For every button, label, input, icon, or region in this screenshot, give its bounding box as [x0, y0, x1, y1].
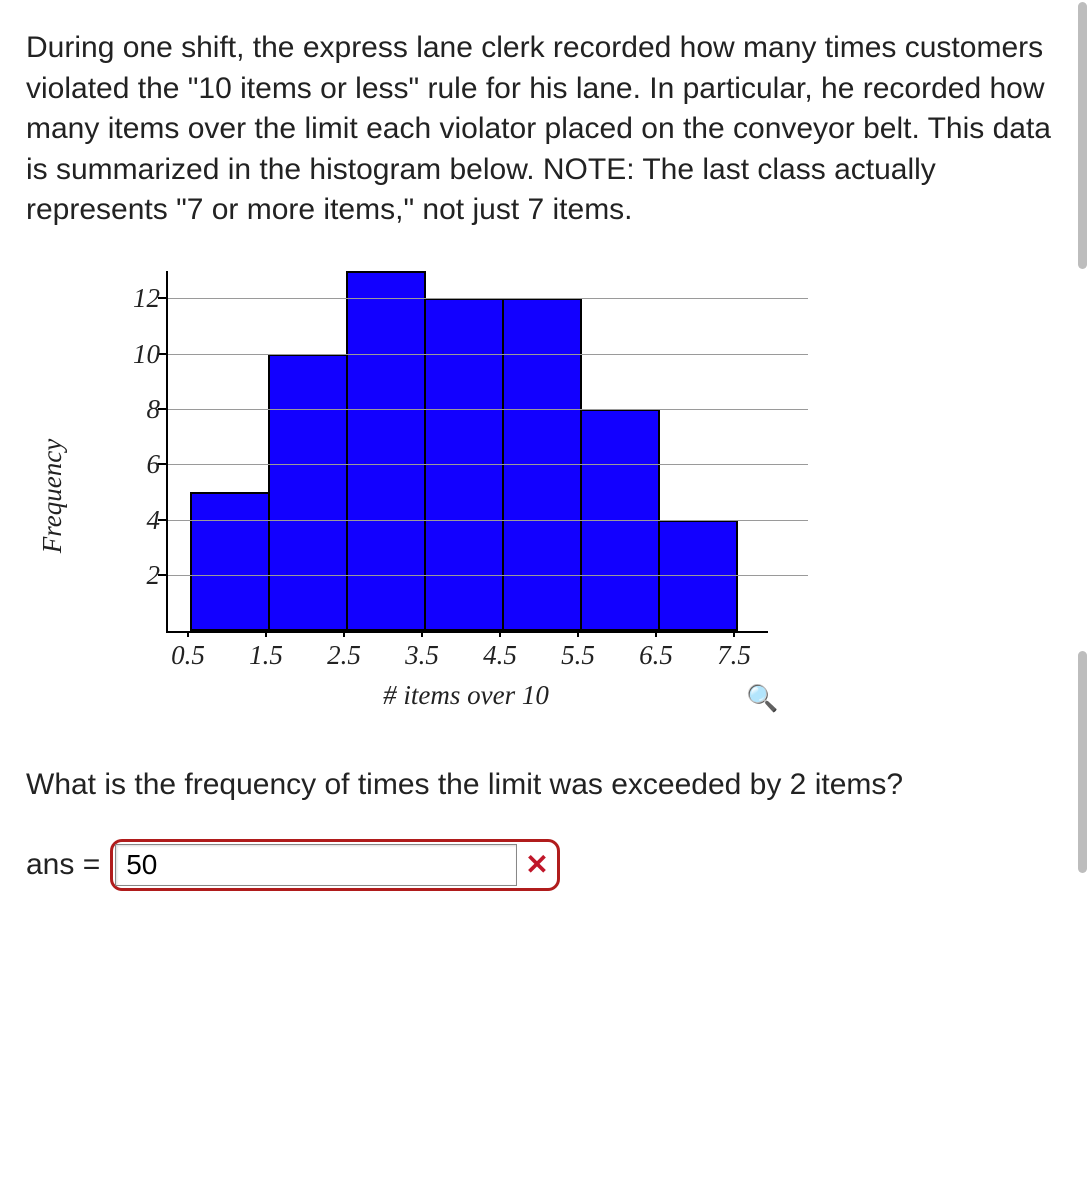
gridline	[168, 298, 808, 299]
x-tick-label: 3.5	[405, 637, 439, 673]
x-tick-label: 6.5	[639, 637, 673, 673]
answer-row: ans = ✕	[26, 839, 1065, 891]
gridline	[168, 575, 808, 576]
plot-area: 24681012	[166, 271, 768, 633]
zoom-icon[interactable]: 🔍	[746, 681, 778, 716]
x-ticks: 0.51.52.53.54.55.56.57.5	[166, 637, 766, 669]
gridline	[168, 354, 808, 355]
answer-box: ✕	[110, 839, 559, 891]
gridline	[168, 464, 808, 465]
x-tick-label: 0.5	[171, 637, 205, 673]
answer-label: ans =	[26, 845, 100, 886]
x-tick-label: 2.5	[327, 637, 361, 673]
y-tick-label: 6	[120, 446, 160, 482]
y-axis-label: Frequency	[34, 438, 70, 552]
y-tick-label: 10	[120, 335, 160, 371]
x-tick-label: 4.5	[483, 637, 517, 673]
bars-container	[190, 271, 738, 631]
histogram-chart: Frequency 24681012 0.51.52.53.54.55.56.5…	[66, 261, 826, 731]
y-tick-label: 2	[120, 557, 160, 593]
gridline	[168, 409, 808, 410]
gridline	[168, 520, 808, 521]
answer-input[interactable]	[115, 844, 517, 886]
y-tick-label: 4	[120, 502, 160, 538]
x-tick-label: 5.5	[561, 637, 595, 673]
question-text: What is the frequency of times the limit…	[26, 765, 1065, 806]
bar	[268, 354, 348, 631]
vertical-scrollbar[interactable]	[1078, 2, 1087, 891]
x-tick-label: 1.5	[249, 637, 283, 673]
bar	[346, 271, 426, 631]
x-axis-label: # items over 10	[166, 677, 766, 713]
scrollbar-thumb[interactable]	[1078, 651, 1087, 873]
incorrect-icon: ✕	[525, 846, 548, 884]
x-tick-label: 7.5	[717, 637, 751, 673]
problem-statement: During one shift, the express lane clerk…	[26, 28, 1065, 231]
y-tick-label: 8	[120, 391, 160, 427]
bar	[190, 492, 270, 630]
y-tick-label: 12	[120, 280, 160, 316]
scrollbar-thumb[interactable]	[1078, 2, 1087, 269]
